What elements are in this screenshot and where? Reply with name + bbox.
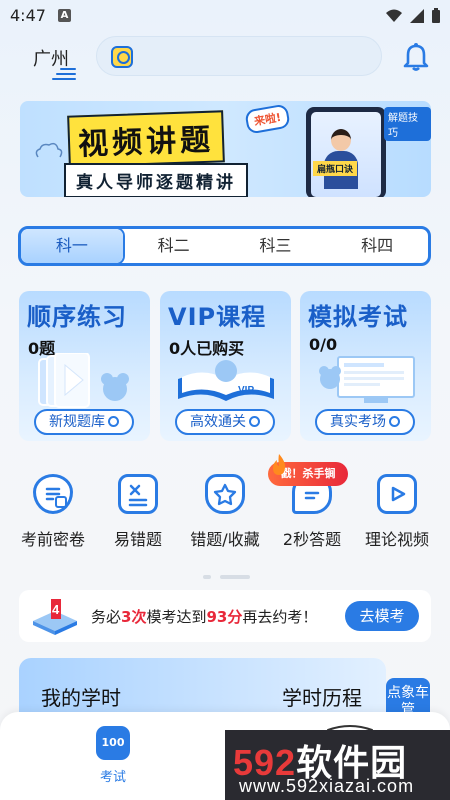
signal-icon bbox=[410, 8, 424, 23]
mock-exam-card[interactable]: 模拟考试 0/0 真实考场 bbox=[300, 291, 431, 441]
banner-phone-label: 扁瓶口诀 bbox=[313, 161, 358, 176]
banner-tip-badge: 解题技巧 bbox=[384, 107, 431, 141]
flame-icon bbox=[273, 454, 286, 475]
sequential-practice-card[interactable]: 顺序练习 0题 新规题库 bbox=[19, 291, 150, 441]
clock-icon bbox=[389, 416, 400, 427]
study-hours-title: 我的学时 bbox=[41, 686, 121, 710]
shortcut-label: 考前密卷 bbox=[20, 530, 85, 549]
shortcut-label: 2秒答题 bbox=[282, 530, 342, 549]
card-title: VIP课程 bbox=[168, 303, 267, 331]
watermark-url: www.592xiazai.com bbox=[239, 776, 415, 796]
computer-exam-icon bbox=[319, 356, 415, 403]
card-title: 顺序练习 bbox=[27, 303, 127, 331]
tab-subject-2[interactable]: 科二 bbox=[123, 229, 225, 263]
battery-icon bbox=[432, 8, 440, 23]
tab-subject-3[interactable]: 科三 bbox=[225, 229, 327, 263]
video-play-icon bbox=[377, 474, 417, 514]
real-exam-room-button[interactable]: 真实考场 bbox=[315, 409, 415, 435]
card-count: 0人已购买 bbox=[169, 339, 245, 358]
nav-exam[interactable]: 100 考试 bbox=[86, 726, 140, 785]
card-title: 模拟考试 bbox=[308, 303, 408, 331]
exam-reminder-banner: 4 务必3次模考达到93分再去约考！ 去模考 bbox=[19, 590, 431, 642]
subject-tabs: 科一 科二 科三 科四 bbox=[18, 226, 431, 266]
new-question-bank-button[interactable]: 新规题库 bbox=[34, 409, 134, 435]
play-cards-icon bbox=[38, 353, 129, 408]
shortcut-label: 易错题 bbox=[113, 530, 162, 549]
reminder-text: 务必3次模考达到93分再去约考！ bbox=[91, 608, 318, 626]
page-indicator bbox=[203, 566, 251, 585]
vip-book-icon: VIP bbox=[178, 360, 274, 401]
shortcut-error-prone[interactable]: 易错题 bbox=[98, 474, 178, 550]
cloud-doodle-icon bbox=[35, 142, 63, 158]
banner-tag: 来啦! bbox=[244, 103, 291, 135]
search-icon bbox=[111, 46, 133, 68]
exam-100-icon: 100 bbox=[96, 726, 130, 760]
city-menu-icon[interactable] bbox=[52, 68, 76, 83]
tab-subject-4[interactable]: 科四 bbox=[326, 229, 428, 263]
promo-banner[interactable]: 视频讲题 真人导师逐题精讲 来啦! 扁瓶口诀 解题技巧 bbox=[20, 101, 431, 197]
notification-icon: A bbox=[58, 9, 71, 22]
banner-title: 视频讲题 bbox=[67, 110, 225, 168]
teacher-illustration bbox=[324, 129, 358, 189]
card-count: 0/0 bbox=[309, 335, 338, 354]
score-cube-icon: 4 bbox=[33, 599, 77, 635]
shortcut-theory-video[interactable]: 理论视频 bbox=[357, 474, 437, 550]
efficient-pass-button[interactable]: 高效通关 bbox=[175, 409, 275, 435]
site-watermark: 592软件园 www.592xiazai.com bbox=[225, 730, 450, 800]
clock-icon bbox=[249, 416, 260, 427]
shortcut-label: 理论视频 bbox=[364, 530, 429, 549]
shortcut-pre-exam-papers[interactable]: 考前密卷 bbox=[13, 474, 93, 550]
status-bar: 4:47 A bbox=[0, 0, 450, 32]
document-icon bbox=[33, 474, 73, 514]
tab-subject-1[interactable]: 科一 bbox=[21, 229, 123, 263]
svg-text:4: 4 bbox=[52, 602, 60, 617]
search-input[interactable] bbox=[143, 45, 363, 69]
banner-subtitle: 真人导师逐题精讲 bbox=[64, 163, 248, 197]
star-shield-icon bbox=[205, 474, 245, 514]
phone-illustration bbox=[306, 107, 386, 197]
bell-icon[interactable] bbox=[402, 42, 430, 72]
wifi-icon bbox=[386, 9, 402, 22]
clock-icon bbox=[108, 416, 119, 427]
system-icons bbox=[386, 8, 440, 23]
vip-course-card[interactable]: VIP课程 0人已购买 VIP 高效通关 bbox=[160, 291, 291, 441]
shortcut-label: 错题/收藏 bbox=[190, 530, 260, 549]
go-mock-exam-button[interactable]: 去模考 bbox=[345, 601, 419, 631]
nav-label: 考试 bbox=[99, 770, 126, 785]
search-bar[interactable] bbox=[96, 36, 382, 76]
svg-text:VIP: VIP bbox=[238, 385, 254, 396]
error-list-icon bbox=[118, 474, 158, 514]
study-history-link[interactable]: 学时历程 bbox=[282, 682, 362, 711]
status-time: 4:47 bbox=[10, 6, 46, 25]
shortcut-mistakes-favorites[interactable]: 错题/收藏 bbox=[185, 474, 265, 550]
